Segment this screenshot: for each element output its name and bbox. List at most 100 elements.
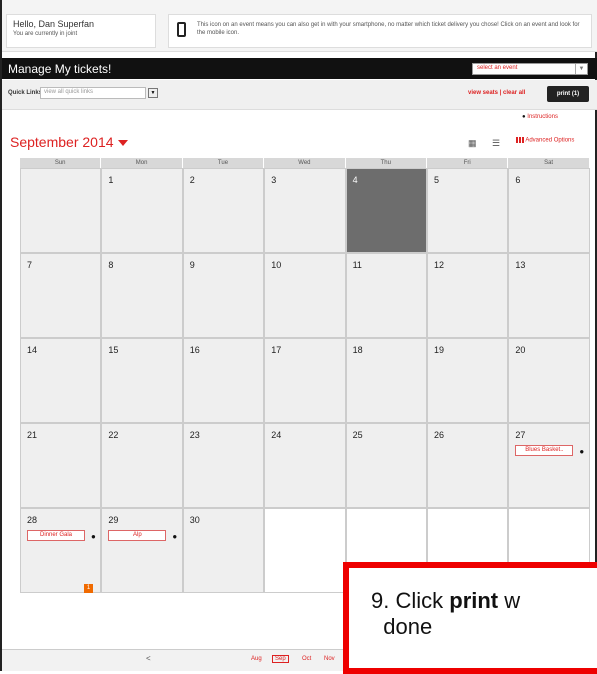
page-title: Manage My tickets! — [8, 62, 112, 76]
smartphone-icon — [177, 22, 186, 37]
info-icon[interactable]: ● — [579, 447, 584, 456]
month-link-oct[interactable]: Oct — [302, 656, 311, 662]
day-number: 20 — [515, 345, 526, 355]
month-link-sep[interactable]: Sep — [272, 655, 289, 663]
info-icon[interactable]: ● — [91, 532, 96, 541]
calendar-day-5[interactable]: 5 — [427, 168, 509, 253]
calendar-day-21[interactable]: 21 — [20, 423, 102, 508]
calendar-day-7[interactable]: 7 — [20, 253, 102, 338]
day-number: 8 — [108, 260, 114, 270]
day-number: 24 — [271, 430, 282, 440]
calendar-day-25[interactable]: 25 — [345, 423, 427, 508]
calendar-day-18[interactable]: 18 — [345, 338, 427, 423]
greeting-box: Hello, Dan Superfan You are currently in… — [6, 14, 156, 48]
print-button[interactable]: print (1) — [547, 86, 589, 102]
info-icon[interactable]: ● — [172, 532, 177, 541]
calendar-day-23[interactable]: 23 — [182, 423, 265, 508]
calendar-day-16[interactable]: 16 — [182, 338, 265, 423]
day-number: 19 — [434, 345, 445, 355]
instructions-label: Instructions — [527, 114, 558, 120]
event-button[interactable]: Dinner Gala — [27, 530, 85, 541]
event-select-value: select an event — [477, 65, 518, 71]
calendar-day-14[interactable]: 14 — [20, 338, 102, 423]
month-selector[interactable]: September 2014 — [10, 134, 128, 150]
day-header-sun: Sun — [20, 158, 102, 168]
day-number: 2 — [189, 175, 195, 185]
calendar-day-27[interactable]: 27 Blues Basket.. ● — [508, 423, 590, 508]
day-number: 15 — [108, 345, 119, 355]
day-number: 25 — [352, 430, 363, 440]
quick-links-dropdown[interactable]: ▼ — [148, 88, 158, 98]
calendar-empty-cell[interactable] — [20, 168, 102, 253]
calendar-day-30[interactable]: 30 — [182, 508, 265, 593]
day-header-mon: Mon — [101, 158, 183, 168]
view-seats-link[interactable]: view seats | clear all — [468, 90, 525, 96]
grid-icon — [516, 137, 524, 143]
calendar-empty-cell[interactable] — [264, 508, 346, 593]
quick-links-label: Quick Links — [8, 90, 43, 96]
event-button[interactable]: Blues Basket.. — [515, 445, 574, 456]
calendar-day-2[interactable]: 2 — [182, 168, 265, 253]
step-callout: 9. Click print w done — [343, 562, 597, 674]
calendar-day-24[interactable]: 24 — [264, 423, 346, 508]
day-number: 29 — [108, 515, 119, 525]
day-header-fri: Fri — [427, 158, 509, 168]
day-number: 5 — [434, 175, 440, 185]
day-header-sat: Sat — [508, 158, 590, 168]
advanced-options-link[interactable]: Advanced Options — [516, 137, 574, 144]
calendar-day-6[interactable]: 6 — [508, 168, 590, 253]
caret-down-icon[interactable] — [117, 140, 128, 147]
day-number: 30 — [189, 515, 200, 525]
user-greeting: Hello, Dan Superfan — [13, 19, 95, 29]
day-number: 10 — [271, 260, 282, 270]
day-number: 12 — [434, 260, 445, 270]
day-number: 6 — [515, 175, 521, 185]
calendar-day-12[interactable]: 12 — [427, 253, 509, 338]
callout-text: 9. Click print w done — [371, 588, 521, 639]
calendar-day-8[interactable]: 8 — [101, 253, 183, 338]
calendar-day-10[interactable]: 10 — [264, 253, 346, 338]
info-icon: ● — [522, 114, 526, 120]
day-number: 23 — [189, 430, 200, 440]
day-number: 22 — [108, 430, 119, 440]
calendar-day-13[interactable]: 13 — [508, 253, 590, 338]
day-number: 7 — [27, 260, 33, 270]
day-number: 4 — [352, 175, 358, 185]
calendar-day-4[interactable]: 4 — [345, 168, 427, 253]
quick-links-input[interactable]: view all quick links — [40, 87, 146, 99]
calendar-day-9[interactable]: 9 — [182, 253, 265, 338]
calendar-day-11[interactable]: 11 — [345, 253, 427, 338]
calendar-view-icon[interactable]: ▦ — [468, 138, 477, 149]
quick-links-bar: Quick Links view all quick links ▼ view … — [2, 80, 597, 110]
calendar-day-26[interactable]: 26 — [427, 423, 509, 508]
day-header-thu: Thu — [345, 158, 427, 168]
top-panel: Hello, Dan Superfan You are currently in… — [2, 0, 597, 52]
day-number: 27 — [515, 430, 526, 440]
calendar-day-20[interactable]: 20 — [508, 338, 590, 423]
calendar-day-1[interactable]: 1 — [101, 168, 183, 253]
prev-arrow-icon[interactable]: < — [146, 654, 151, 663]
day-number: 17 — [271, 345, 282, 355]
calendar-day-3[interactable]: 3 — [264, 168, 346, 253]
day-number: 18 — [352, 345, 363, 355]
calendar-day-28[interactable]: 28 Dinner Gala ● 1 — [20, 508, 102, 593]
instructions-link[interactable]: ● Instructions — [522, 114, 558, 120]
chevron-down-icon[interactable]: ▼ — [575, 64, 587, 74]
ticket-count-badge: 1 — [84, 584, 93, 593]
month-link-nov[interactable]: Nov — [324, 656, 335, 662]
calendar-day-17[interactable]: 17 — [264, 338, 346, 423]
header-bar: Manage My tickets! select an event ▼ — [2, 58, 597, 79]
month-link-aug[interactable]: Aug — [251, 656, 262, 662]
day-number: 14 — [27, 345, 38, 355]
day-number: 13 — [515, 260, 526, 270]
calendar-day-19[interactable]: 19 — [427, 338, 509, 423]
event-button[interactable]: Alp — [108, 530, 167, 541]
day-number: 28 — [27, 515, 38, 525]
day-number: 9 — [189, 260, 195, 270]
list-view-icon[interactable]: ☰ — [492, 138, 500, 149]
calendar-day-29[interactable]: 29 Alp ● — [101, 508, 183, 593]
event-select[interactable]: select an event ▼ — [472, 63, 588, 75]
advanced-options-label: Advanced Options — [525, 137, 575, 144]
calendar-day-15[interactable]: 15 — [101, 338, 183, 423]
calendar-day-22[interactable]: 22 — [101, 423, 183, 508]
